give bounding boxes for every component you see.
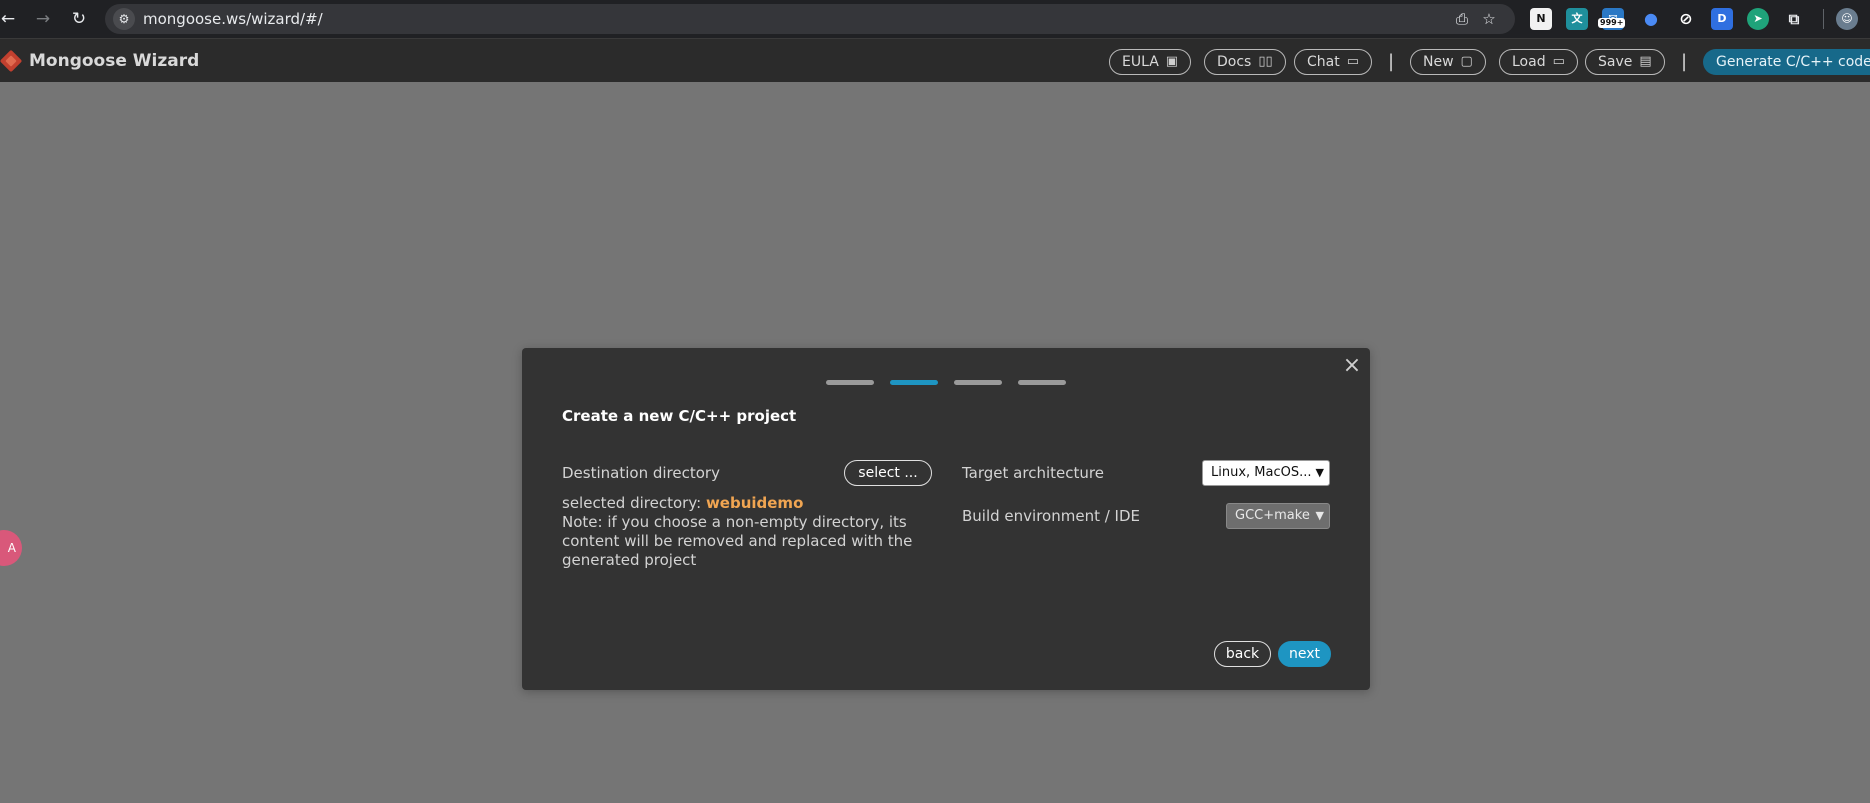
browser-toolbar: ← → ↻ ⚙ mongoose.ws/wizard/#/ ⎙ ☆ N 文 ✉ … [0, 0, 1870, 38]
generate-code-button[interactable]: Generate C/C++ code ⤓ [1703, 49, 1870, 75]
floppy-disk-icon: ▤ [1639, 54, 1652, 69]
translate-float-icon[interactable]: A [0, 530, 22, 566]
app-title: Mongoose Wizard [29, 51, 200, 71]
d-extension-icon[interactable]: D [1711, 8, 1733, 30]
forward-arrow-icon[interactable]: → [31, 7, 55, 31]
save-button[interactable]: Save ▤ [1585, 49, 1665, 75]
new-label: New [1423, 54, 1454, 70]
destination-directory-label: Destination directory [562, 464, 720, 482]
next-button[interactable]: next [1278, 641, 1331, 667]
target-architecture-value: Linux, MacOS... [1211, 465, 1312, 480]
chevron-down-icon: ▼ [1315, 509, 1324, 522]
target-architecture-select[interactable]: Linux, MacOS... ▼ [1202, 460, 1330, 486]
close-icon[interactable]: × [1342, 355, 1362, 377]
load-button[interactable]: Load ▭ [1499, 49, 1578, 75]
eula-label: EULA [1122, 54, 1159, 70]
save-label: Save [1598, 54, 1633, 70]
app-header: Mongoose Wizard EULA ▣ Docs ▯▯ Chat ▭ | … [0, 38, 1870, 82]
install-app-icon[interactable]: ⎙ [1451, 8, 1473, 30]
new-project-dialog: × Create a new C/C++ project Destination… [522, 348, 1370, 690]
blue-dot-extension-icon[interactable]: ● [1640, 8, 1662, 30]
docs-button[interactable]: Docs ▯▯ [1204, 49, 1286, 75]
folder-icon: ▭ [1552, 54, 1565, 69]
profile-avatar[interactable]: ☺ [1836, 8, 1858, 30]
site-settings-icon[interactable]: ⚙ [113, 8, 135, 30]
step-indicator-4[interactable] [1018, 380, 1066, 385]
reload-icon[interactable]: ↻ [67, 7, 91, 31]
header-separator-2: | [1681, 51, 1688, 72]
mail-extension-icon[interactable]: ✉ 999+ [1598, 8, 1626, 30]
selected-directory-value: webuidemo [705, 494, 804, 512]
select-directory-button[interactable]: select ... [844, 460, 932, 486]
blocker-extension-icon[interactable]: ⊘ [1675, 8, 1697, 30]
address-url[interactable]: mongoose.ws/wizard/#/ [143, 4, 323, 34]
load-label: Load [1512, 54, 1546, 70]
eula-button[interactable]: EULA ▣ [1109, 49, 1192, 75]
chevron-down-icon: ▼ [1315, 466, 1324, 479]
docs-label: Docs [1217, 54, 1252, 70]
extensions-puzzle-icon[interactable]: ⧉ [1783, 8, 1805, 30]
header-separator: | [1388, 51, 1395, 72]
directory-note: Note: if you choose a non-empty director… [562, 513, 913, 569]
bookmark-star-icon[interactable]: ☆ [1478, 8, 1500, 30]
build-environment-label: Build environment / IDE [962, 507, 1140, 525]
new-button[interactable]: New ▢ [1410, 49, 1486, 75]
extension-badge: 999+ [1598, 18, 1626, 28]
chat-label: Chat [1307, 54, 1340, 70]
chat-button[interactable]: Chat ▭ [1294, 49, 1373, 75]
selected-directory-prefix: selected directory: [562, 494, 702, 512]
float-widget-label: A [7, 541, 16, 555]
cursor-extension-icon[interactable]: ➤ [1747, 8, 1769, 30]
address-bar[interactable]: ⚙ mongoose.ws/wizard/#/ ⎙ ☆ [105, 4, 1515, 34]
mongoose-logo-icon [0, 49, 23, 73]
briefcase-icon: ▣ [1165, 54, 1179, 69]
translate-extension-icon[interactable]: 文 [1566, 8, 1588, 30]
step-indicator-1[interactable] [826, 380, 874, 385]
step-indicator-3[interactable] [954, 380, 1002, 385]
target-architecture-label: Target architecture [962, 464, 1104, 482]
build-environment-select[interactable]: GCC+make ▼ [1226, 503, 1330, 529]
generate-label: Generate C/C++ code [1716, 54, 1870, 70]
book-icon: ▯▯ [1258, 54, 1273, 69]
file-icon: ▢ [1460, 54, 1473, 69]
build-environment-value: GCC+make [1235, 508, 1310, 523]
selected-directory: selected directory: webuidemo [562, 494, 803, 512]
back-button[interactable]: back [1214, 641, 1271, 667]
back-arrow-icon[interactable]: ← [0, 7, 20, 31]
chat-bubble-icon: ▭ [1346, 54, 1360, 69]
dialog-title: Create a new C/C++ project [562, 407, 797, 425]
notion-extension-icon[interactable]: N [1530, 8, 1552, 30]
step-indicator-2[interactable] [890, 380, 938, 385]
toolbar-divider [1823, 9, 1824, 29]
